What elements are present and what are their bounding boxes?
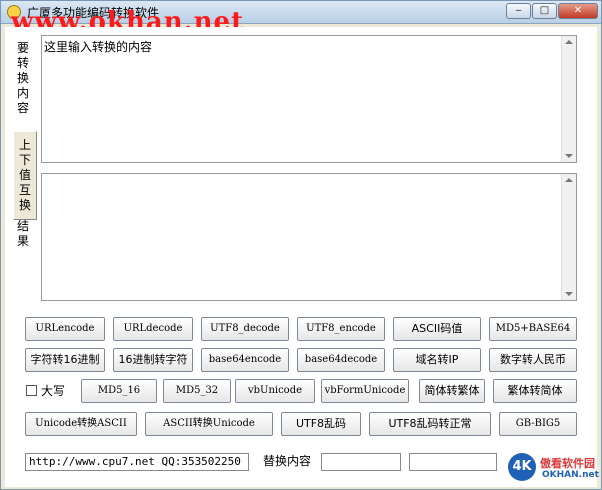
- uppercase-label: 大写: [41, 384, 66, 398]
- base64decode-button[interactable]: base64decode: [297, 348, 385, 372]
- md5-base64-button[interactable]: MD5+BASE64: [489, 317, 577, 341]
- minimize-button[interactable]: ‒: [506, 3, 531, 19]
- number-to-rmb-button[interactable]: 数字转人民币: [489, 348, 577, 372]
- simplified-to-traditional-button[interactable]: 简体转繁体: [419, 379, 485, 403]
- input-textarea[interactable]: 这里输入转换的内容: [41, 35, 577, 163]
- md5-16-button[interactable]: MD5_16: [81, 379, 157, 403]
- scroll-up-icon[interactable]: [565, 40, 573, 44]
- string-to-hex-button[interactable]: 字符转16进制: [25, 348, 105, 372]
- swap-values-tab[interactable]: 上下值互换: [13, 131, 37, 220]
- gb-big5-button[interactable]: GB-BIG5: [499, 412, 577, 436]
- input-tab-text: 要转换内容: [16, 41, 29, 115]
- result-textarea[interactable]: [41, 173, 577, 301]
- md5-32-button[interactable]: MD5_32: [163, 379, 231, 403]
- app-window: 广厦多功能编码转换软件 www.okhan.net ‒ □ ✕ 要转换内容 上下…: [0, 0, 602, 490]
- input-tab-label: 要转换内容: [13, 41, 33, 116]
- main-panel: 要转换内容 上下值互换 结果 这里输入转换的内容 URLencode URLde…: [5, 27, 597, 487]
- okhan-logo-mark: 4K: [508, 453, 536, 481]
- ascii-to-unicode-button[interactable]: ASCII转换Unicode: [145, 412, 273, 436]
- utf8-garbled-button[interactable]: UTF8乱码: [281, 412, 361, 436]
- okhan-logo: 4K 傲看软件园 OKHAN.net: [508, 453, 599, 487]
- ascii-code-button[interactable]: ASCII码值: [393, 317, 481, 341]
- okhan-logo-domain: OKHAN.net: [542, 470, 599, 480]
- domain-to-ip-button[interactable]: 域名转IP: [393, 348, 481, 372]
- replace-from-input[interactable]: [321, 453, 401, 471]
- status-url-field[interactable]: http://www.cpu7.net QQ:353502250: [25, 453, 249, 471]
- base64encode-button[interactable]: base64encode: [201, 348, 289, 372]
- result-scrollbar[interactable]: [561, 174, 576, 300]
- input-text: 这里输入转换的内容: [44, 40, 153, 54]
- okhan-logo-name: 傲看软件园: [540, 457, 595, 470]
- unicode-to-ascii-button[interactable]: Unicode转换ASCII: [25, 412, 137, 436]
- vbformunicode-button[interactable]: vbFormUnicode: [321, 379, 409, 403]
- utf8-garbled-to-normal-button[interactable]: UTF8乱码转正常: [369, 412, 491, 436]
- result-tab-label: 结果: [13, 219, 33, 249]
- utf8-encode-button[interactable]: UTF8_encode: [297, 317, 385, 341]
- maximize-button[interactable]: □: [532, 3, 557, 19]
- swap-tab-text: 上下值互换: [18, 138, 31, 212]
- scroll-up-icon[interactable]: [565, 178, 573, 182]
- title-bar[interactable]: 广厦多功能编码转换软件 www.okhan.net ‒ □ ✕: [1, 1, 601, 37]
- urldecode-button[interactable]: URLdecode: [113, 317, 193, 341]
- vbunicode-button[interactable]: vbUnicode: [235, 379, 315, 403]
- urlencode-button[interactable]: URLencode: [25, 317, 105, 341]
- input-scrollbar[interactable]: [561, 36, 576, 162]
- scroll-down-icon[interactable]: [565, 154, 573, 158]
- utf8-decode-button[interactable]: UTF8_decode: [201, 317, 289, 341]
- hex-to-string-button[interactable]: 16进制转字符: [113, 348, 193, 372]
- result-tab-text: 结果: [16, 219, 29, 248]
- traditional-to-simplified-button[interactable]: 繁体转简体: [493, 379, 577, 403]
- replace-label: 替换内容: [263, 454, 312, 468]
- close-button[interactable]: ✕: [558, 3, 598, 19]
- uppercase-checkbox[interactable]: [26, 385, 37, 396]
- scroll-down-icon[interactable]: [565, 292, 573, 296]
- replace-to-input[interactable]: [409, 453, 497, 471]
